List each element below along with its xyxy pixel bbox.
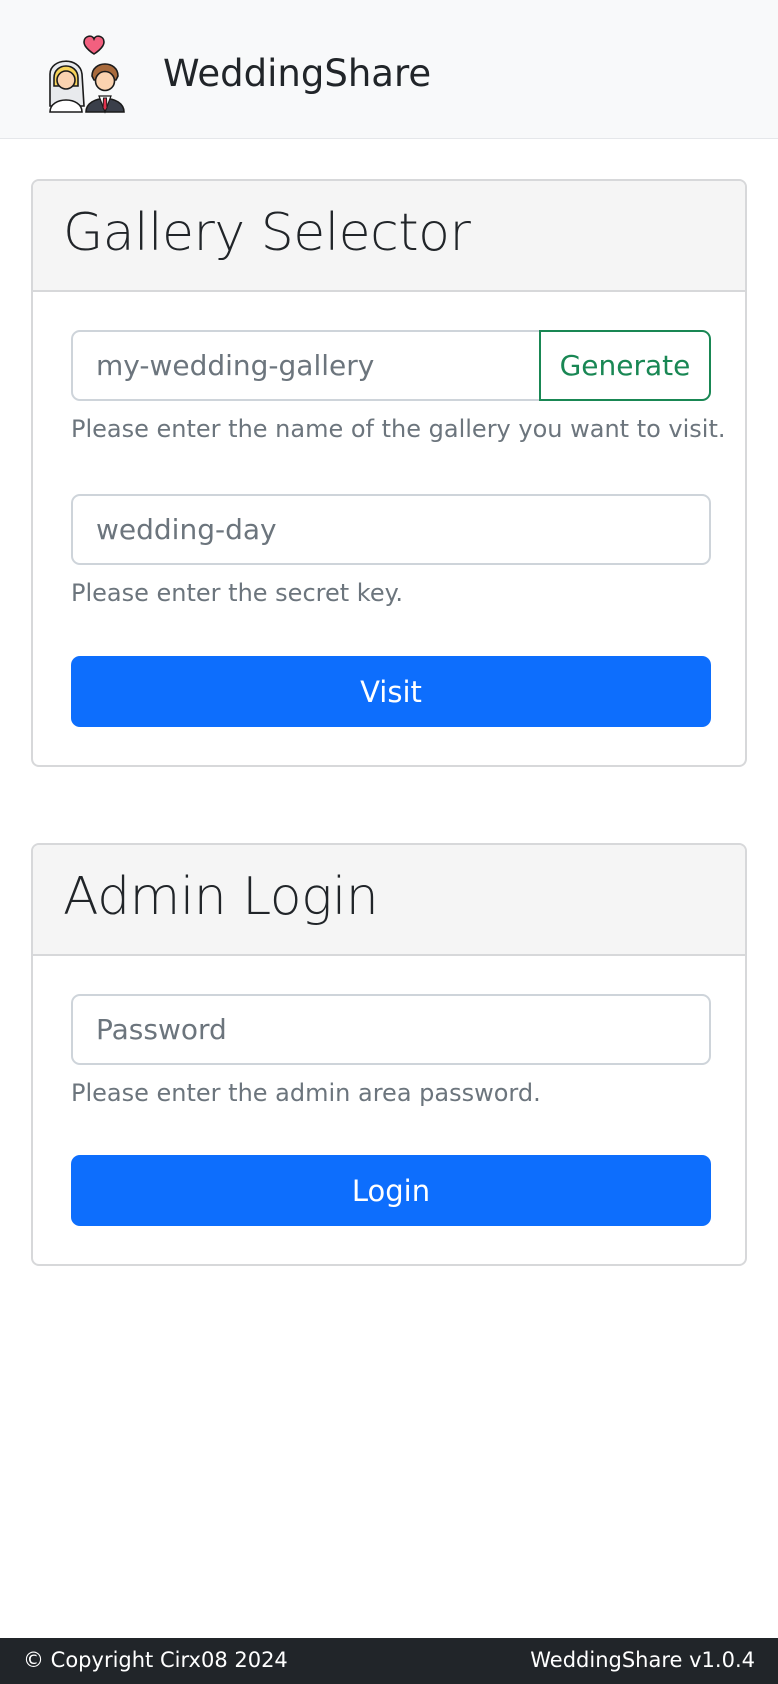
login-button[interactable]: Login <box>71 1155 711 1226</box>
gallery-name-input[interactable] <box>71 330 541 401</box>
visit-button[interactable]: Visit <box>71 656 711 727</box>
brand-name[interactable]: WeddingShare <box>163 52 431 96</box>
version-text: WeddingShare v1.0.4 <box>530 1648 755 1672</box>
secret-key-input[interactable] <box>71 494 711 565</box>
gallery-selector-header: Gallery Selector <box>33 181 745 292</box>
gallery-selector-title: Gallery Selector <box>63 203 471 263</box>
admin-login-card: Admin Login Please enter the admin area … <box>31 843 747 1266</box>
admin-login-header: Admin Login <box>33 845 745 956</box>
footer: © Copyright Cirx08 2024 WeddingShare v1.… <box>0 1638 778 1684</box>
gallery-selector-card: Gallery Selector Generate Please enter t… <box>31 179 747 767</box>
generate-button[interactable]: Generate <box>539 330 711 401</box>
admin-login-title: Admin Login <box>63 867 379 927</box>
navbar: WeddingShare <box>0 0 778 139</box>
password-help: Please enter the admin area password. <box>71 1079 541 1107</box>
gallery-name-help: Please enter the name of the gallery you… <box>71 415 726 443</box>
bride-groom-logo-icon[interactable] <box>42 28 132 114</box>
password-input[interactable] <box>71 994 711 1065</box>
copyright-text: © Copyright Cirx08 2024 <box>23 1648 288 1672</box>
secret-key-help: Please enter the secret key. <box>71 579 404 607</box>
